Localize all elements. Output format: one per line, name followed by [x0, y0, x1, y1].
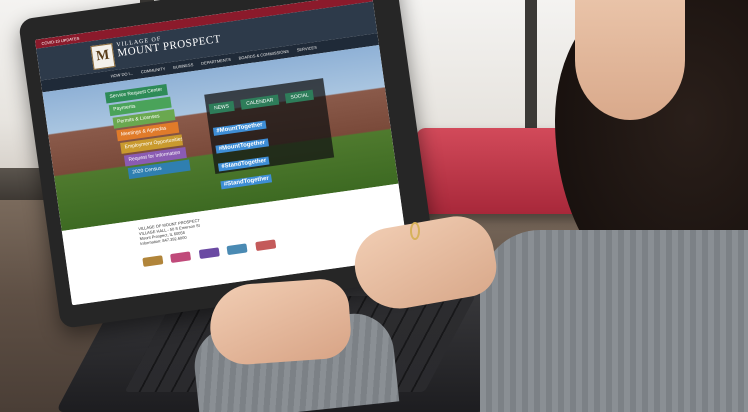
- quick-links: Service Request Center Payments Permits …: [104, 82, 191, 180]
- news-panel: NEWS CALENDAR SOCIAL #MountTogether #Mou…: [204, 78, 335, 190]
- sponsor-logo[interactable]: [226, 243, 248, 256]
- photo-scene: COVID-19 UPDATES M VILLAGE OF MOUNT PROS…: [0, 0, 748, 412]
- laptop-screen: COVID-19 UPDATES M VILLAGE OF MOUNT PROS…: [34, 0, 409, 306]
- footer-address: VILLAGE OF MOUNT PROSPECT VILLAGE HALL -…: [138, 218, 202, 246]
- tab-news[interactable]: NEWS: [208, 100, 235, 115]
- sponsor-logo[interactable]: [142, 255, 164, 267]
- person-face: [575, 0, 685, 120]
- person-sweater: [480, 230, 748, 412]
- tab-social[interactable]: SOCIAL: [284, 89, 315, 104]
- sponsor-logo[interactable]: [170, 251, 192, 263]
- person-left-hand: [207, 277, 353, 367]
- ring: [410, 222, 420, 240]
- hashtag: #StandTogether: [220, 174, 273, 190]
- site-logo[interactable]: M: [90, 43, 116, 70]
- sponsor-logo[interactable]: [255, 239, 277, 252]
- tab-calendar[interactable]: CALENDAR: [240, 94, 279, 110]
- sponsor-logo[interactable]: [198, 247, 220, 260]
